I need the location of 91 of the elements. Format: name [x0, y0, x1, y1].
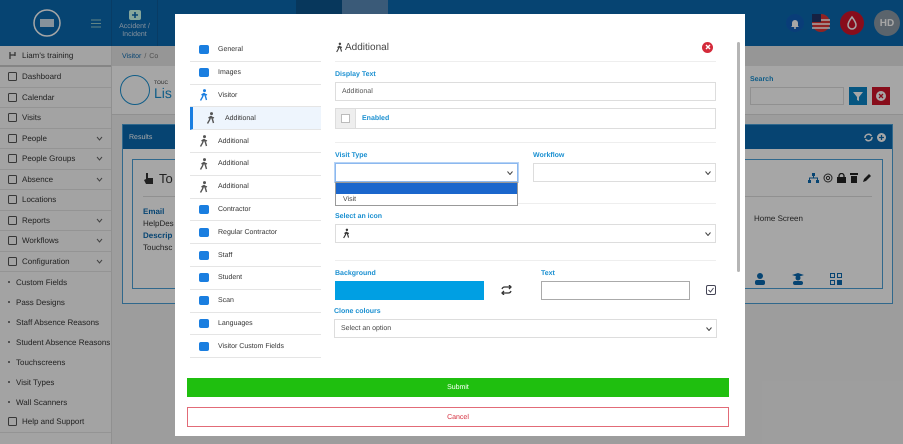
pencil-icon[interactable] — [862, 173, 872, 183]
chevron-icon — [705, 170, 711, 174]
category-icon — [198, 67, 210, 78]
refresh-icon[interactable] — [864, 132, 873, 142]
network-icon[interactable] — [808, 173, 819, 183]
staff-icon — [754, 273, 766, 285]
category-icon — [198, 250, 210, 261]
sidebar-subitem[interactable]: Touchscreens — [0, 352, 111, 372]
sidebar-item[interactable]: Reports — [0, 210, 111, 231]
sidebar-item[interactable]: People — [0, 128, 111, 149]
category-icon — [198, 272, 210, 284]
graduate-icon — [792, 273, 804, 285]
category-icon — [198, 44, 210, 56]
category-icon — [198, 295, 210, 306]
chevron-icon — [96, 156, 103, 162]
list-settings-icon — [120, 75, 150, 105]
add-icon[interactable] — [877, 132, 886, 142]
text-color-swatch[interactable] — [541, 281, 690, 300]
chevron-icon — [705, 232, 711, 236]
walking-person-icon — [198, 89, 210, 102]
qr-code-icon — [830, 273, 842, 285]
menu-item-icon — [8, 236, 17, 246]
account-switcher[interactable]: Liam's training — [0, 46, 111, 67]
page-title: Lis — [154, 86, 172, 100]
sidebar-subitem[interactable]: Visit Types — [0, 372, 111, 392]
sidebar-subitem[interactable]: Pass Designs — [0, 292, 111, 312]
logo-icon — [32, 8, 62, 38]
chevron-icon — [96, 258, 103, 264]
menu-item-icon — [8, 154, 17, 164]
menu-item-icon — [8, 113, 17, 122]
close-button[interactable] — [702, 42, 713, 52]
sidebar-item[interactable]: Locations — [0, 190, 111, 210]
walking-person-icon — [198, 158, 210, 170]
close-icon — [876, 90, 886, 100]
field-label: Email — [143, 207, 166, 216]
menu-item-icon — [8, 216, 17, 225]
category-icon — [198, 318, 210, 329]
sidebar-subitem[interactable]: Custom Fields — [0, 272, 111, 292]
menu-icon[interactable] — [91, 18, 101, 28]
sidebar-item[interactable]: People Groups — [0, 149, 111, 170]
sidebar-item[interactable]: Dashboard — [0, 67, 111, 88]
sidebar-item[interactable]: Configuration — [0, 252, 111, 272]
menu-item-icon — [8, 174, 17, 184]
field-value: Touchsc — [143, 243, 174, 252]
enabled-checkbox[interactable] — [341, 114, 350, 123]
chevron-icon — [96, 238, 103, 244]
walking-person-icon — [335, 42, 344, 52]
menu-item-icon — [8, 92, 17, 102]
menu-item-icon — [8, 72, 17, 82]
flag-icon[interactable] — [812, 14, 830, 32]
chevron-icon — [507, 170, 513, 174]
flame-icon[interactable] — [840, 11, 864, 35]
walking-person-icon — [198, 180, 210, 193]
category-icon — [198, 204, 210, 215]
menu-item-icon — [8, 256, 17, 266]
trash-icon[interactable] — [850, 173, 858, 183]
dialog-title: Additional — [335, 42, 389, 52]
walking-person-icon — [342, 228, 351, 239]
chevron-icon — [706, 326, 712, 330]
clear-button[interactable] — [872, 86, 890, 104]
chevron-icon — [96, 176, 103, 182]
category-icon — [198, 226, 210, 238]
filter-icon — [853, 90, 863, 100]
menu-item-icon — [8, 195, 17, 204]
chevron-icon — [96, 136, 103, 141]
notification-bell-icon[interactable] — [786, 14, 804, 32]
sidebar-subitem[interactable]: Student Absence Reasons — [0, 332, 111, 352]
close-icon — [702, 42, 712, 52]
background-color-swatch[interactable] — [335, 281, 484, 300]
lock-icon[interactable] — [837, 173, 846, 183]
walking-person-icon — [205, 112, 217, 124]
menu-item-icon — [8, 417, 17, 426]
checkbox-tick-icon[interactable] — [706, 285, 716, 295]
sidebar-item[interactable]: Calendar — [0, 88, 111, 108]
sidebar-item[interactable]: Visits — [0, 108, 111, 128]
card-title: To — [159, 170, 173, 186]
chevron-icon — [96, 218, 103, 223]
pointing-hand-icon — [143, 172, 154, 184]
field-label: Descrip — [143, 231, 174, 240]
menu-item-icon — [8, 134, 17, 143]
swap-icon[interactable] — [501, 285, 512, 295]
walking-person-icon — [198, 135, 210, 148]
sidebar-subitem[interactable]: Staff Absence Reasons — [0, 312, 111, 332]
field-value: HelpDes — [143, 219, 174, 228]
sidebar-item[interactable]: Help and Support — [0, 412, 111, 432]
sidebar-item[interactable]: Workflows — [0, 231, 111, 252]
filter-button[interactable] — [849, 86, 867, 104]
column-label: Home Screen — [754, 214, 804, 223]
category-icon — [198, 340, 210, 352]
sidebar-item[interactable]: Absence — [0, 170, 111, 190]
sidebar-subitem[interactable]: Wall Scanners — [0, 392, 111, 412]
